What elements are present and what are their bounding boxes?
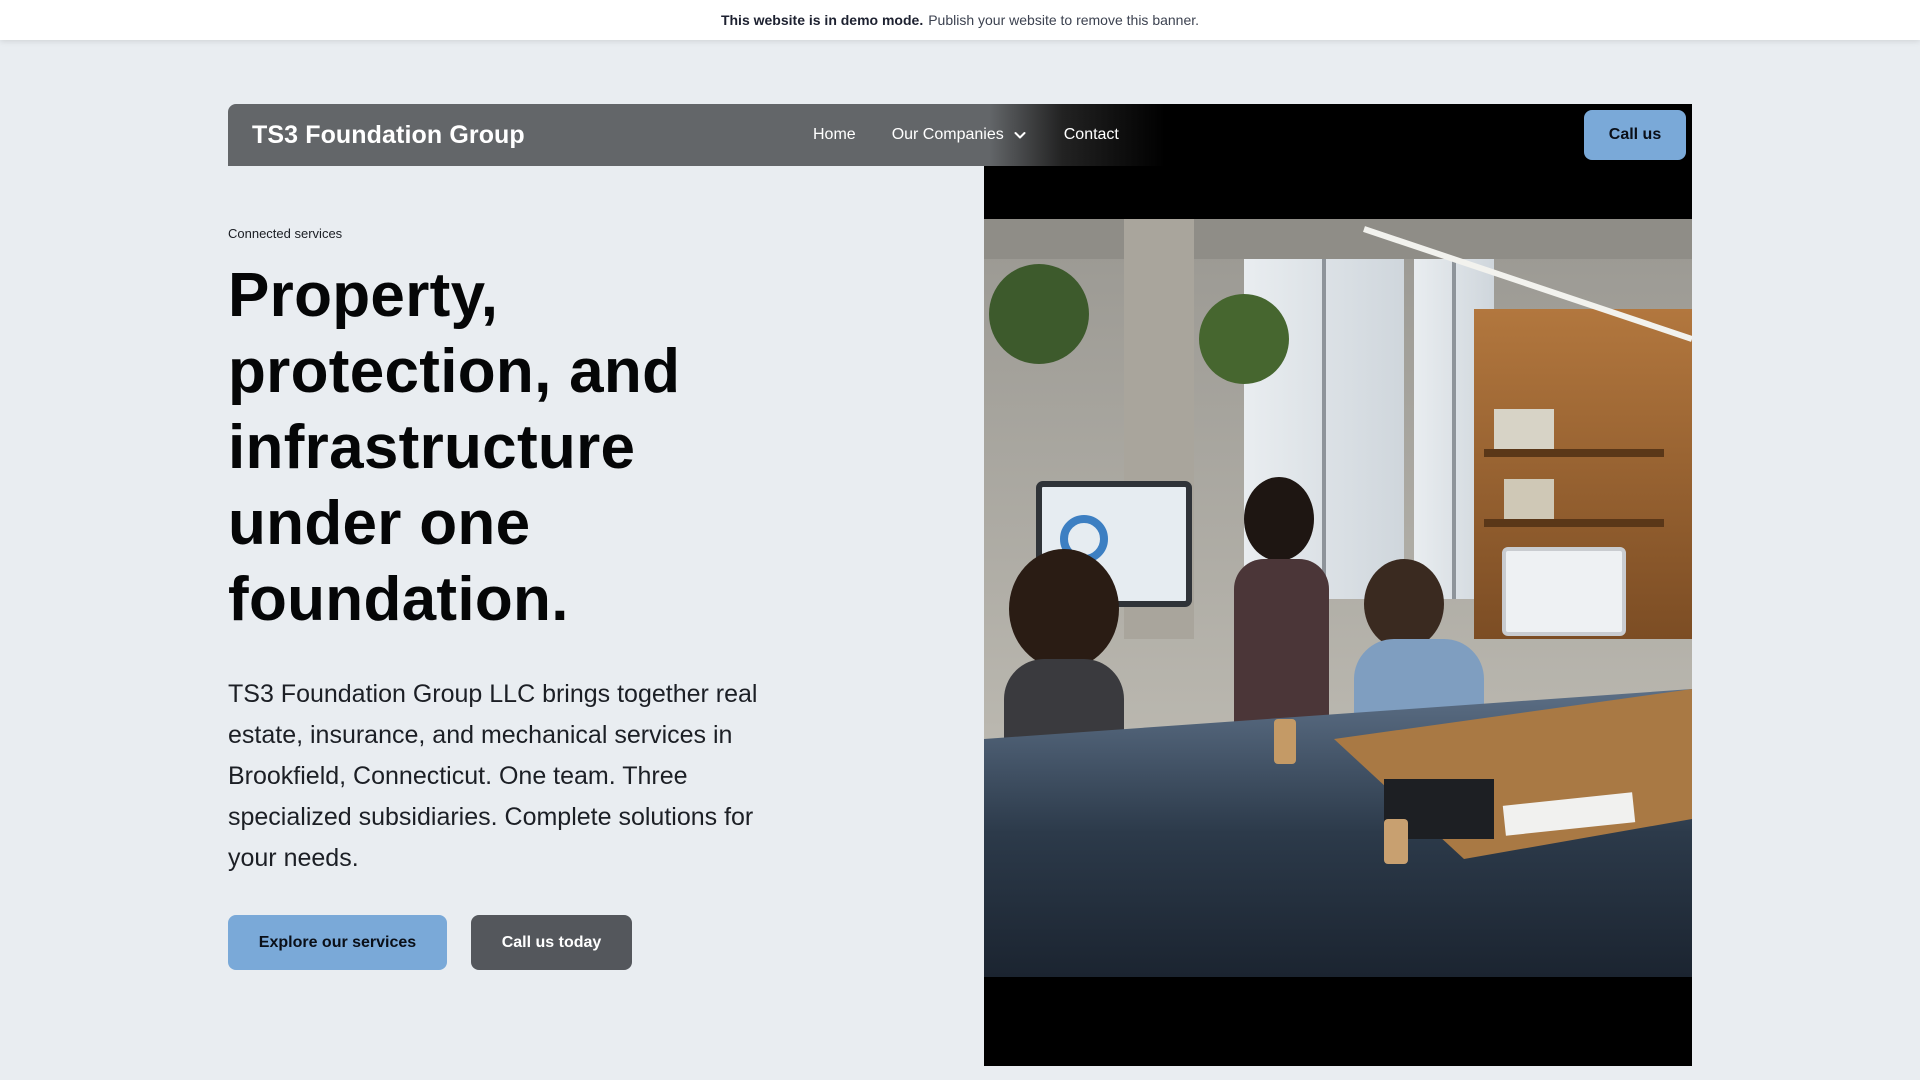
hero-headline: Property, protection, and infrastructure… (228, 261, 681, 634)
hero-image-frame (984, 104, 1692, 1066)
hero-lead-paragraph: TS3 Foundation Group LLC brings together… (228, 680, 758, 872)
chevron-down-icon (1012, 127, 1028, 143)
call-us-button[interactable]: Call us (1584, 110, 1686, 160)
call-us-today-button[interactable]: Call us today (471, 915, 632, 970)
nav-link-home-label: Home (813, 126, 856, 143)
demo-mode-banner: This website is in demo mode. Publish yo… (0, 0, 1920, 40)
main-navbar: TS3 Foundation Group Home Our Companies … (228, 104, 1692, 166)
hero-eyebrow: Connected services (228, 226, 343, 241)
nav-link-contact[interactable]: Contact (1064, 126, 1119, 144)
hero-office-photo (984, 219, 1692, 977)
nav-link-our-companies-label: Our Companies (891, 126, 1004, 143)
nav-link-contact-label: Contact (1063, 126, 1119, 143)
nav-link-our-companies[interactable]: Our Companies (892, 126, 1028, 144)
demo-banner-text: Publish your website to remove this bann… (928, 12, 1200, 28)
explore-services-button[interactable]: Explore our services (228, 915, 447, 970)
demo-banner-strong-text: This website is in demo mode. (720, 12, 924, 28)
nav-link-home[interactable]: Home (813, 126, 856, 144)
nav-links: Home Our Companies Contact (813, 104, 1119, 166)
brand-logo-text[interactable]: TS3 Foundation Group (252, 104, 525, 166)
